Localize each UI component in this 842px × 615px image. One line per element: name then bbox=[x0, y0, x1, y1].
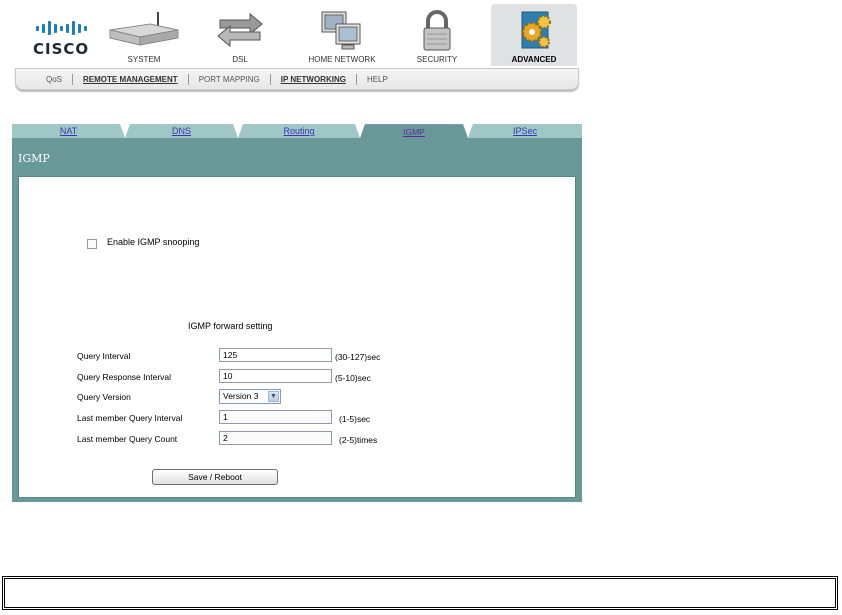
last-member-query-interval-input[interactable]: 1 bbox=[219, 410, 332, 424]
arrows-icon bbox=[217, 12, 263, 48]
padlock-icon bbox=[423, 10, 451, 51]
divider bbox=[187, 73, 189, 85]
query-response-interval-input[interactable]: 10 bbox=[219, 369, 332, 383]
cisco-logo: CISCO bbox=[33, 20, 89, 64]
tab-igmp-label: IGMP bbox=[403, 127, 425, 137]
tab-ipsec-label: IPSec bbox=[512, 126, 537, 136]
last-member-query-count-hint: (2-5)times bbox=[339, 435, 378, 445]
enable-igmp-snooping-checkbox[interactable] bbox=[87, 239, 97, 249]
query-version-value: Version 3 bbox=[223, 391, 259, 401]
query-version-select[interactable]: Version 3 ▼ bbox=[219, 389, 281, 404]
subnav-qos[interactable]: QoS bbox=[46, 75, 62, 84]
query-interval-input[interactable]: 125 bbox=[219, 348, 332, 362]
save-reboot-button[interactable]: Save / Reboot bbox=[152, 469, 278, 485]
nav-dsl[interactable]: DSL bbox=[197, 4, 283, 66]
igmp-panel: IGMP Enable IGMP snooping IGMP forward s… bbox=[12, 138, 582, 502]
subnav-ip-networking[interactable]: IP NETWORKING bbox=[281, 75, 346, 84]
tab-igmp[interactable]: IGMP bbox=[360, 124, 468, 139]
tab-nat[interactable]: NAT bbox=[12, 124, 125, 138]
router-icon bbox=[109, 12, 179, 46]
last-member-query-interval-hint: (1-5)sec bbox=[339, 414, 371, 424]
panel-body: Enable IGMP snooping IGMP forward settin… bbox=[18, 176, 576, 498]
chevron-down-icon[interactable]: ▼ bbox=[268, 391, 279, 402]
nav-system-label: SYSTEM bbox=[127, 55, 161, 64]
footer-frame bbox=[2, 576, 838, 610]
query-response-interval-label: Query Response Interval bbox=[77, 372, 172, 382]
nav-advanced[interactable]: ADVANCED bbox=[491, 4, 577, 66]
enable-igmp-snooping-label: Enable IGMP snooping bbox=[107, 237, 200, 247]
nav-system[interactable]: SYSTEM bbox=[101, 4, 187, 66]
tab-routing[interactable]: Routing bbox=[238, 124, 360, 138]
subnav-help[interactable]: HELP bbox=[367, 75, 388, 84]
tab-dns-label: DNS bbox=[171, 126, 191, 136]
computers-icon bbox=[321, 11, 361, 50]
cisco-bars-icon bbox=[33, 20, 89, 36]
top-navigation: CISCO SYSTEM DSL HOME NETWORK SECURITY A… bbox=[13, 4, 579, 90]
cisco-logo-text: CISCO bbox=[33, 40, 90, 58]
tab-bar: NAT DNS Routing IGMP IPSec bbox=[12, 124, 582, 139]
tab-nat-label: NAT bbox=[59, 126, 78, 136]
divider bbox=[269, 73, 271, 85]
divider bbox=[72, 73, 74, 85]
last-member-query-count-input[interactable]: 2 bbox=[219, 431, 332, 445]
query-version-label: Query Version bbox=[77, 392, 131, 402]
nav-home-network[interactable]: HOME NETWORK bbox=[299, 4, 385, 66]
gears-icon bbox=[521, 11, 551, 49]
nav-advanced-label: ADVANCED bbox=[511, 55, 557, 64]
tab-dns[interactable]: DNS bbox=[125, 124, 238, 138]
last-member-query-count-label: Last member Query Count bbox=[77, 434, 178, 444]
query-interval-hint: (30-127)sec bbox=[335, 352, 381, 362]
subnav-remote-management[interactable]: REMOTE MANAGEMENT bbox=[83, 75, 178, 84]
nav-security-label: SECURITY bbox=[416, 55, 458, 64]
nav-home-network-label: HOME NETWORK bbox=[308, 55, 376, 64]
subnav-port-mapping[interactable]: PORT MAPPING bbox=[199, 75, 260, 84]
last-member-query-interval-label: Last member Query Interval bbox=[77, 413, 183, 423]
panel-title: IGMP bbox=[18, 152, 50, 165]
query-interval-label: Query Interval bbox=[77, 351, 131, 361]
query-response-interval-hint: (5-10)sec bbox=[335, 373, 371, 383]
section-title: IGMP forward setting bbox=[188, 321, 273, 331]
nav-dsl-label: DSL bbox=[232, 55, 248, 64]
tab-ipsec[interactable]: IPSec bbox=[468, 124, 582, 138]
tab-routing-label: Routing bbox=[283, 126, 315, 136]
divider bbox=[355, 73, 357, 85]
nav-security[interactable]: SECURITY bbox=[394, 4, 480, 66]
sub-navigation: QoS REMOTE MANAGEMENT PORT MAPPING IP NE… bbox=[15, 68, 579, 90]
